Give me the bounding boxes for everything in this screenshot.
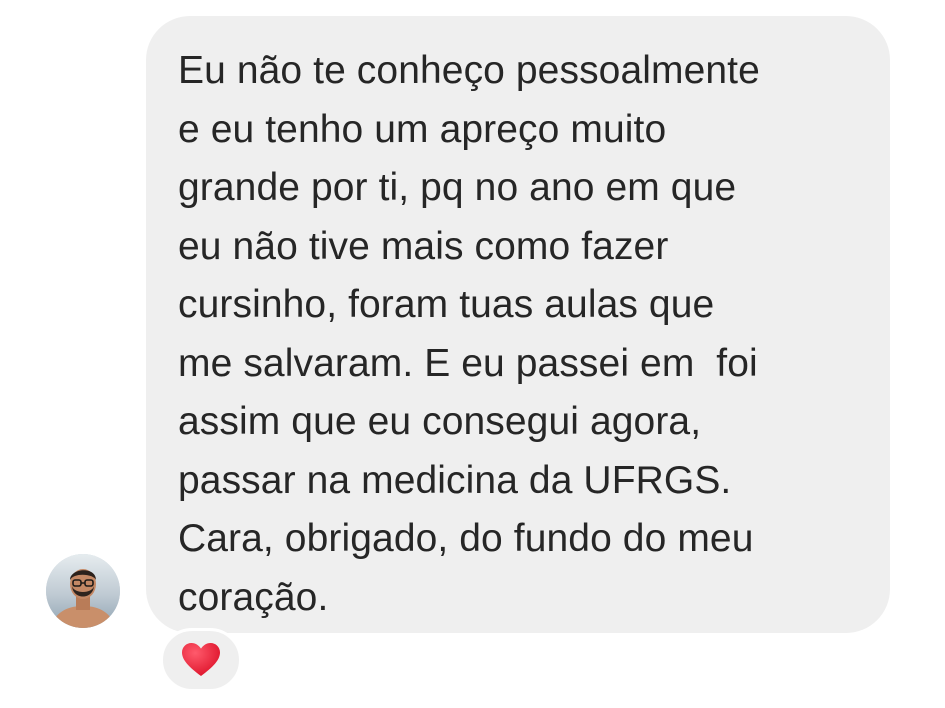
message-line: passar na medicina da UFRGS.	[178, 458, 732, 502]
message-line: assim que eu consegui agora,	[178, 400, 702, 443]
message-line: cursinho, foram tuas aulas que	[178, 283, 715, 326]
message-bubble[interactable]: Eu não te conheço pessoalmente e eu tenh…	[146, 16, 890, 633]
message-line: e eu tenho um apreço muito	[178, 107, 667, 151]
message-line: grande por ti, pq no ano em que	[178, 166, 737, 209]
message-row: Eu não te conheço pessoalmente e eu tenh…	[0, 0, 945, 708]
sender-avatar[interactable]	[46, 554, 120, 628]
heart-reaction[interactable]	[160, 628, 242, 692]
message-line: coração.	[178, 575, 329, 619]
message-line: eu não tive mais como fazer	[178, 224, 669, 268]
message-line: Cara, obrigado, do fundo do meu	[178, 517, 754, 560]
message-line: Eu não te conheço pessoalmente	[178, 49, 760, 92]
message-text: Eu não te conheço pessoalmente e eu tenh…	[178, 42, 878, 627]
heart-icon	[182, 643, 220, 676]
message-line: me salvaram. E eu passei em foi	[178, 341, 758, 385]
chat-screen: Eu não te conheço pessoalmente e eu tenh…	[0, 0, 945, 708]
avatar-photo-icon	[46, 554, 120, 628]
